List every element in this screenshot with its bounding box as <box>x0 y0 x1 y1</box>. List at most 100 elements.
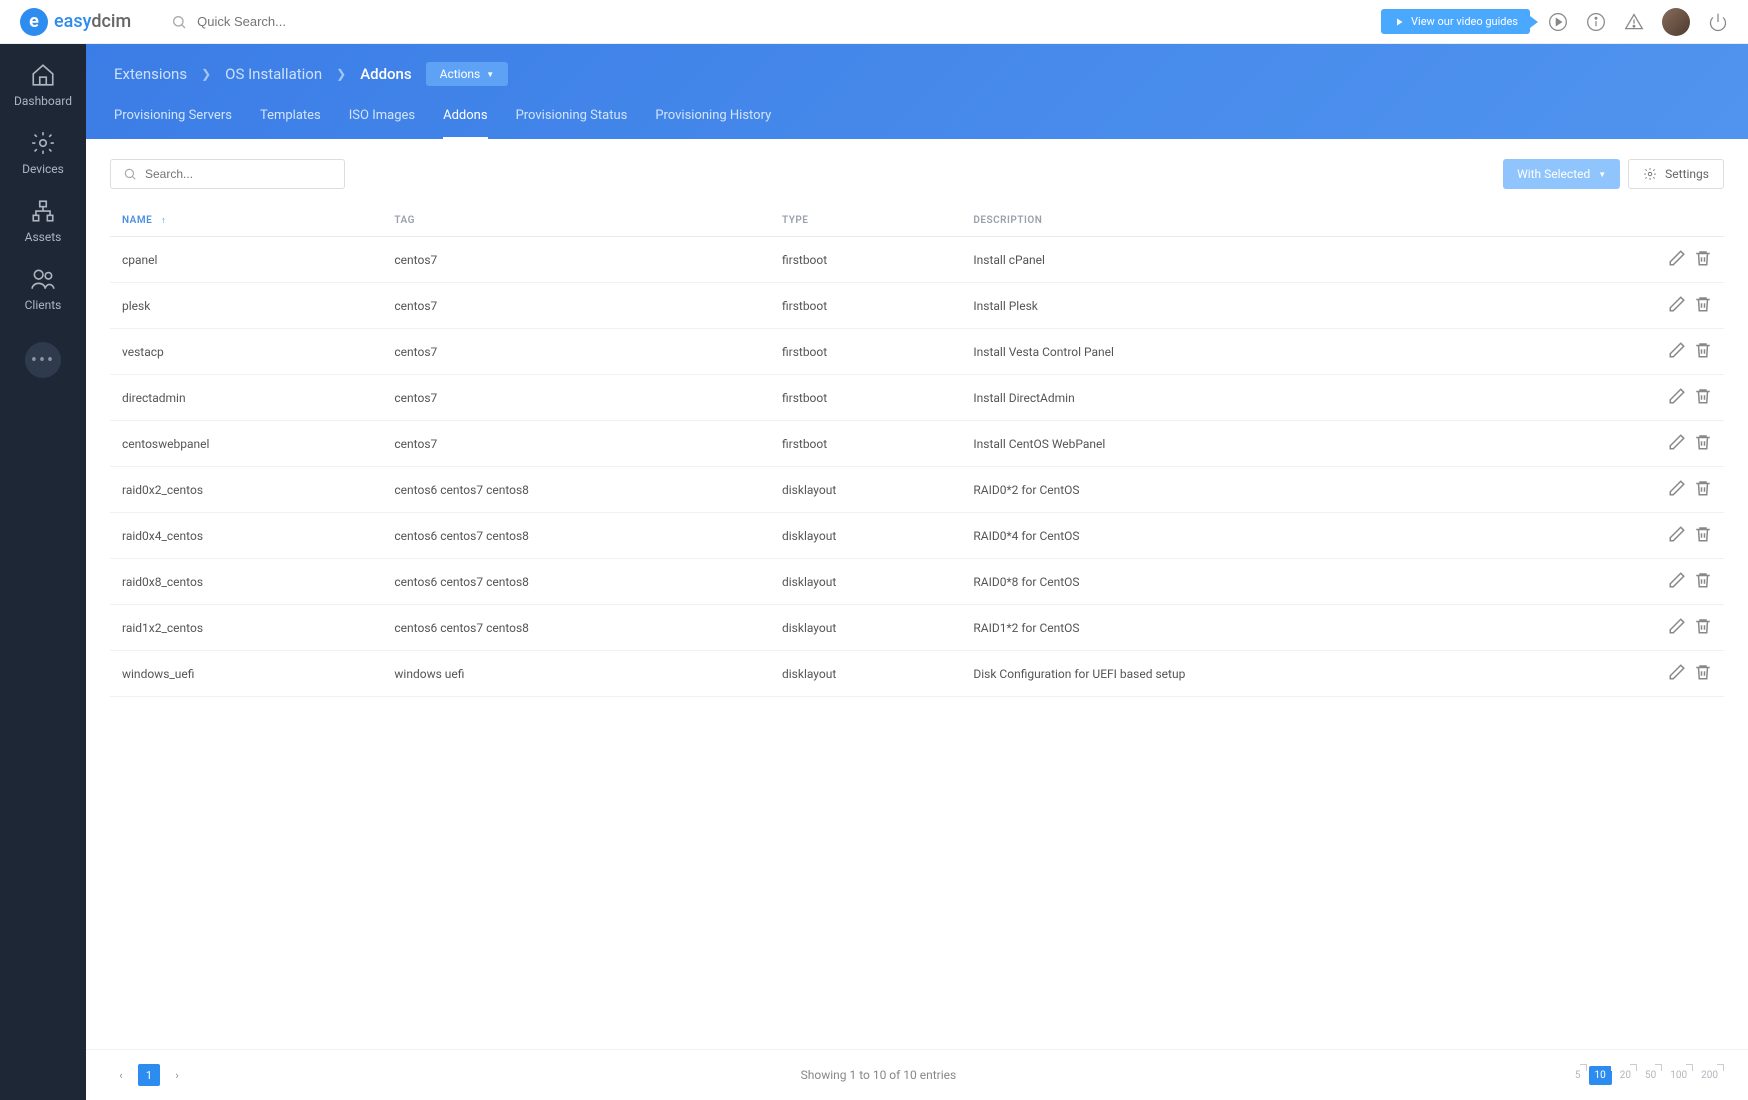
logo-text: easydcim <box>54 11 131 32</box>
sidebar-item-label: Clients <box>25 298 62 312</box>
info-icon[interactable] <box>1586 12 1606 32</box>
play-circle-icon[interactable] <box>1548 12 1568 32</box>
search-icon <box>171 14 187 30</box>
sidebar-item-devices[interactable]: Devices <box>22 130 64 176</box>
search-icon <box>123 167 137 181</box>
page-prev[interactable]: ‹ <box>110 1064 132 1086</box>
col-tag[interactable]: TAG <box>382 205 770 237</box>
cell-name: directadmin <box>110 375 382 421</box>
tab-provisioning-status[interactable]: Provisioning Status <box>516 108 628 139</box>
cell-type: disklayout <box>770 513 961 559</box>
tab-templates[interactable]: Templates <box>260 108 321 139</box>
table-row[interactable]: directadmincentos7firstbootInstall Direc… <box>110 375 1724 421</box>
edit-icon[interactable] <box>1668 479 1686 497</box>
table-row[interactable]: raid0x2_centoscentos6 centos7 centos8dis… <box>110 467 1724 513</box>
trash-icon[interactable] <box>1694 433 1712 451</box>
power-icon[interactable] <box>1708 12 1728 32</box>
sidebar-more[interactable]: ••• <box>25 342 61 378</box>
edit-icon[interactable] <box>1668 571 1686 589</box>
quick-search-input[interactable] <box>197 14 497 29</box>
edit-icon[interactable] <box>1668 663 1686 681</box>
quick-search[interactable] <box>171 14 1381 30</box>
edit-icon[interactable] <box>1668 433 1686 451</box>
cell-description: Disk Configuration for UEFI based setup <box>961 651 1538 697</box>
page-sizes: 5102050100200 <box>1569 1066 1724 1085</box>
edit-icon[interactable] <box>1668 387 1686 405</box>
cell-type: disklayout <box>770 651 961 697</box>
cell-type: disklayout <box>770 559 961 605</box>
actions-label: Actions <box>440 67 481 81</box>
cell-type: disklayout <box>770 605 961 651</box>
cell-tag: centos6 centos7 centos8 <box>382 513 770 559</box>
cell-tag: centos7 <box>382 375 770 421</box>
chevron-right-icon: ❯ <box>336 67 346 81</box>
breadcrumb-extensions[interactable]: Extensions <box>114 65 187 83</box>
actions-button[interactable]: Actions ▼ <box>426 62 509 86</box>
cell-tag: centos6 centos7 centos8 <box>382 467 770 513</box>
edit-icon[interactable] <box>1668 249 1686 267</box>
with-selected-button[interactable]: With Selected ▼ <box>1503 159 1620 189</box>
gear-icon <box>30 130 56 156</box>
cell-description: Install cPanel <box>961 237 1538 283</box>
cell-name: centoswebpanel <box>110 421 382 467</box>
page-size-100[interactable]: 100 <box>1664 1066 1693 1085</box>
edit-icon[interactable] <box>1668 525 1686 543</box>
trash-icon[interactable] <box>1694 525 1712 543</box>
col-description[interactable]: DESCRIPTION <box>961 205 1538 237</box>
trash-icon[interactable] <box>1694 663 1712 681</box>
table-footer: ‹ 1 › Showing 1 to 10 of 10 entries 5102… <box>86 1049 1748 1100</box>
tabs: Provisioning Servers Templates ISO Images A… <box>114 108 1720 139</box>
page-size-5[interactable]: 5 <box>1569 1066 1587 1085</box>
settings-button[interactable]: Settings <box>1628 159 1724 189</box>
tab-addons[interactable]: Addons <box>443 108 487 140</box>
table-search[interactable] <box>110 159 345 189</box>
trash-icon[interactable] <box>1694 479 1712 497</box>
tab-iso-images[interactable]: ISO Images <box>349 108 415 139</box>
table-row[interactable]: raid0x4_centoscentos6 centos7 centos8dis… <box>110 513 1724 559</box>
page-next[interactable]: › <box>166 1064 188 1086</box>
avatar[interactable] <box>1662 8 1690 36</box>
edit-icon[interactable] <box>1668 341 1686 359</box>
sidebar-item-assets[interactable]: Assets <box>25 198 62 244</box>
edit-icon[interactable] <box>1668 617 1686 635</box>
home-icon <box>30 62 56 88</box>
cell-tag: centos7 <box>382 329 770 375</box>
page-number[interactable]: 1 <box>138 1064 160 1086</box>
table-row[interactable]: vestacpcentos7firstbootInstall Vesta Con… <box>110 329 1724 375</box>
page-size-200[interactable]: 200 <box>1695 1066 1724 1085</box>
col-type[interactable]: TYPE <box>770 205 961 237</box>
table-row[interactable]: windows_uefiwindows uefidisklayoutDisk C… <box>110 651 1724 697</box>
table-row[interactable]: raid0x8_centoscentos6 centos7 centos8dis… <box>110 559 1724 605</box>
cell-description: Install Plesk <box>961 283 1538 329</box>
table-row[interactable]: pleskcentos7firstbootInstall Plesk <box>110 283 1724 329</box>
table-row[interactable]: cpanelcentos7firstbootInstall cPanel <box>110 237 1724 283</box>
tab-provisioning-servers[interactable]: Provisioning Servers <box>114 108 232 139</box>
sidebar-item-clients[interactable]: Clients <box>25 266 62 312</box>
page-size-10[interactable]: 10 <box>1589 1066 1612 1085</box>
logo[interactable]: e easydcim <box>20 8 131 36</box>
showing-text: Showing 1 to 10 of 10 entries <box>801 1068 957 1082</box>
page-size-20[interactable]: 20 <box>1614 1066 1637 1085</box>
page-size-50[interactable]: 50 <box>1639 1066 1662 1085</box>
sort-up-icon: ↑ <box>161 216 166 226</box>
trash-icon[interactable] <box>1694 387 1712 405</box>
table-row[interactable]: centoswebpanelcentos7firstbootInstall Ce… <box>110 421 1724 467</box>
cell-tag: centos6 centos7 centos8 <box>382 559 770 605</box>
cell-description: RAID0*8 for CentOS <box>961 559 1538 605</box>
trash-icon[interactable] <box>1694 571 1712 589</box>
table-search-input[interactable] <box>145 167 332 181</box>
cell-name: raid0x8_centos <box>110 559 382 605</box>
cell-type: disklayout <box>770 467 961 513</box>
trash-icon[interactable] <box>1694 249 1712 267</box>
alert-icon[interactable] <box>1624 12 1644 32</box>
trash-icon[interactable] <box>1694 295 1712 313</box>
col-name[interactable]: NAME ↑ <box>110 205 382 237</box>
video-guides-button[interactable]: View our video guides <box>1381 9 1530 34</box>
trash-icon[interactable] <box>1694 341 1712 359</box>
breadcrumb-os-installation[interactable]: OS Installation <box>225 65 322 83</box>
table-row[interactable]: raid1x2_centoscentos6 centos7 centos8dis… <box>110 605 1724 651</box>
edit-icon[interactable] <box>1668 295 1686 313</box>
trash-icon[interactable] <box>1694 617 1712 635</box>
tab-provisioning-history[interactable]: Provisioning History <box>655 108 771 139</box>
sidebar-item-dashboard[interactable]: Dashboard <box>14 62 72 108</box>
